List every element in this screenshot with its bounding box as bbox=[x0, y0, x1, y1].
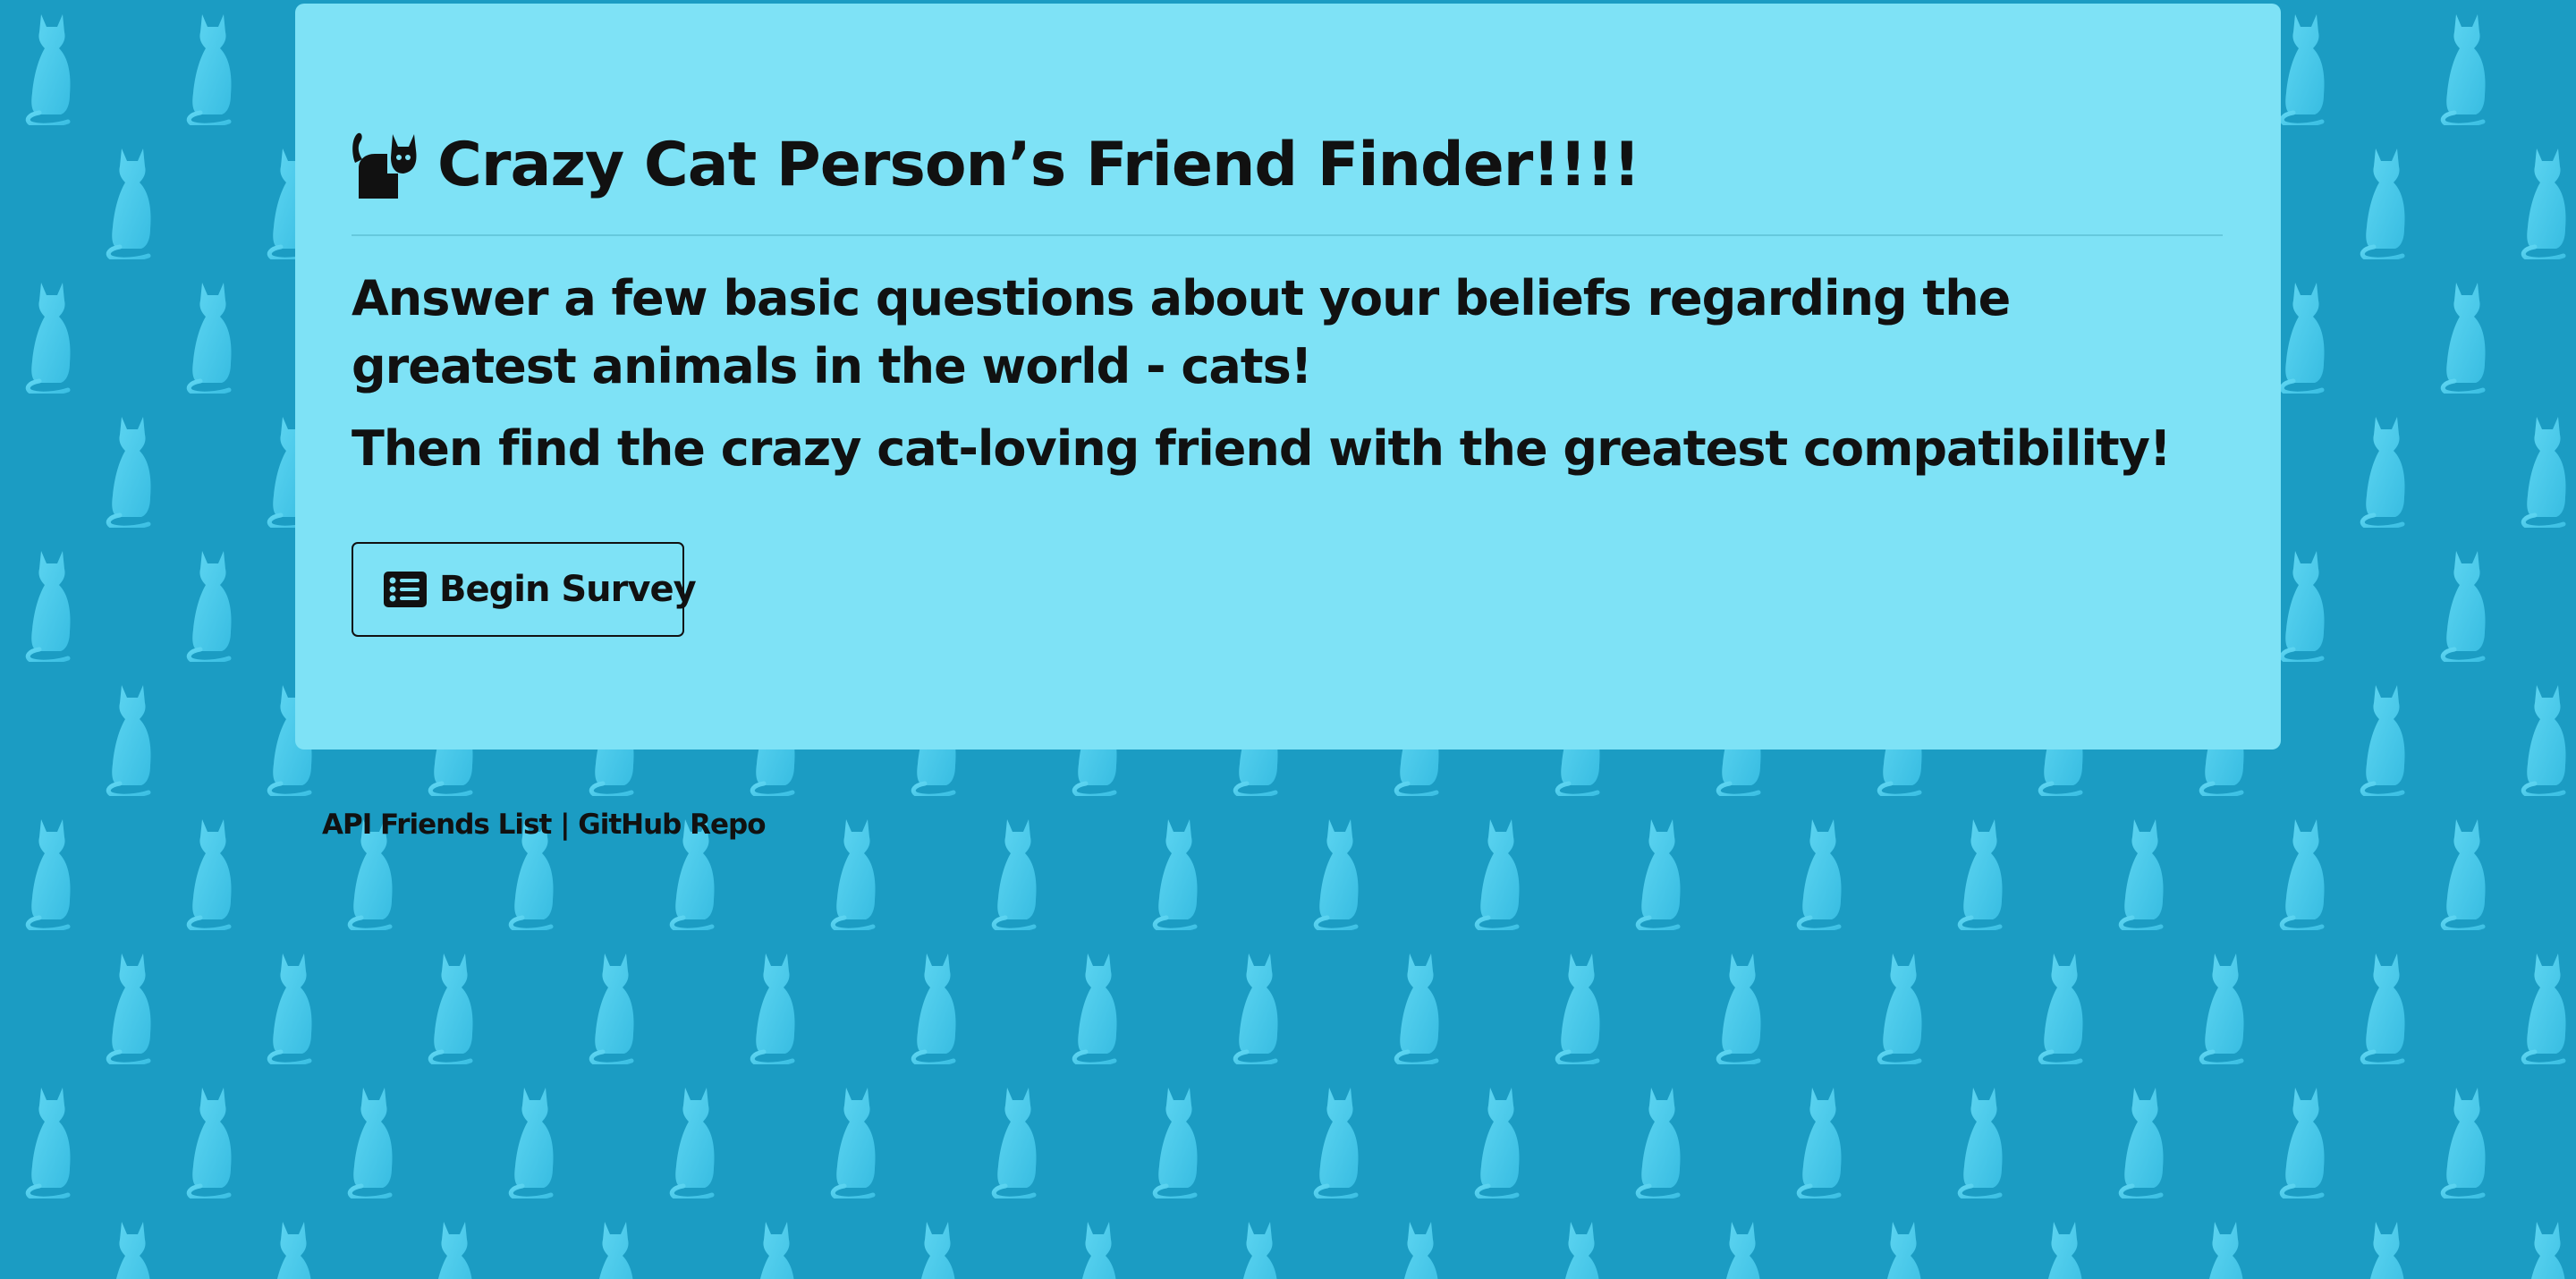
intro-line-1: Answer a few basic questions about your … bbox=[352, 270, 2011, 394]
jumbotron-panel: Crazy Cat Person’s Friend Finder!!!! Ans… bbox=[295, 4, 2281, 750]
api-friends-list-link[interactable]: API Friends List bbox=[322, 809, 552, 841]
begin-survey-button[interactable]: Begin Survey bbox=[352, 542, 697, 637]
footer-separator: | bbox=[560, 809, 570, 841]
intro-line-2: Then find the crazy cat-loving friend wi… bbox=[352, 420, 2172, 477]
list-icon bbox=[384, 572, 427, 607]
divider bbox=[352, 234, 2223, 236]
title-row: Crazy Cat Person’s Friend Finder!!!! bbox=[352, 120, 1640, 209]
cat-icon bbox=[352, 127, 421, 202]
begin-survey-label: Begin Survey bbox=[439, 569, 697, 610]
footer-links: API Friends List | GitHub Repo bbox=[322, 809, 767, 841]
github-repo-link[interactable]: GitHub Repo bbox=[578, 809, 766, 841]
page-title: Crazy Cat Person’s Friend Finder!!!! bbox=[437, 129, 1640, 200]
